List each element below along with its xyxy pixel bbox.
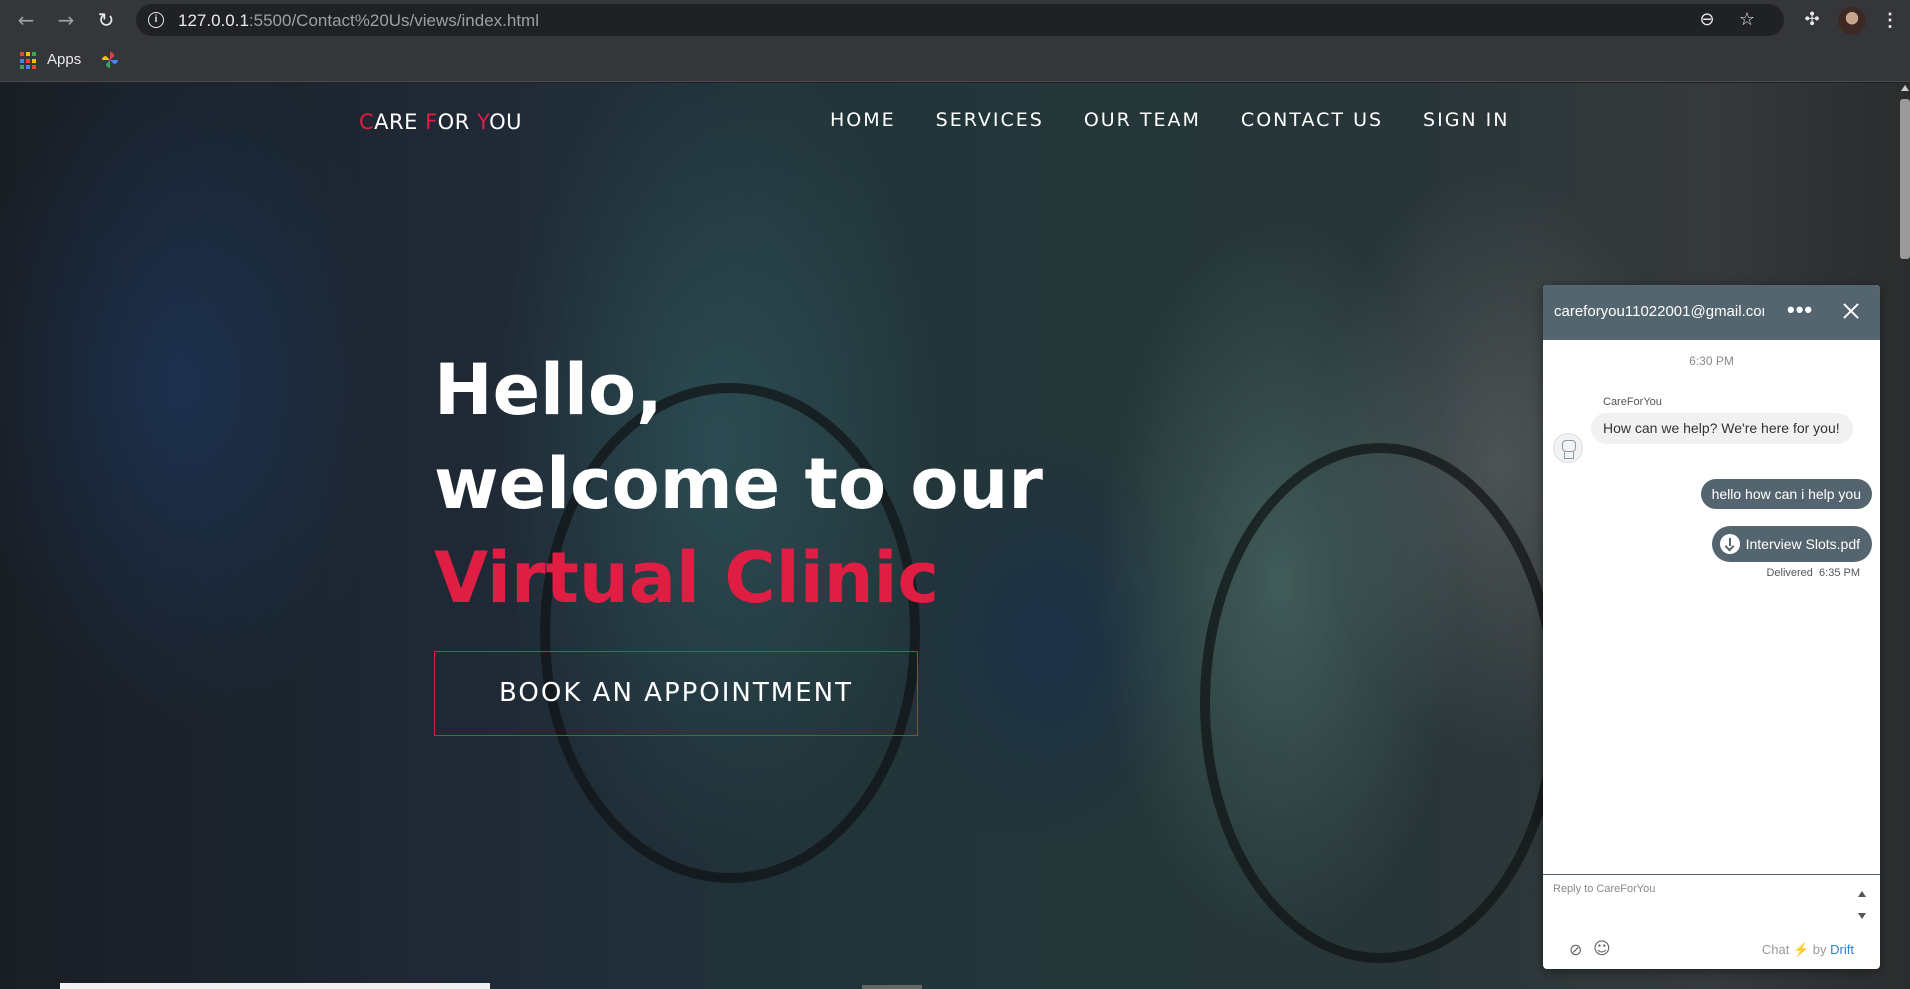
- profile-avatar[interactable]: [1838, 7, 1866, 35]
- close-icon[interactable]: [1839, 299, 1863, 323]
- extensions-icon[interactable]: ✣: [1800, 8, 1824, 32]
- browser-toolbar: ← → ↻ i 127.0.0.1:5500/Contact%20Us/view…: [0, 0, 1910, 40]
- back-arrow-icon[interactable]: ←: [14, 8, 38, 32]
- emoji-icon[interactable]: ☺: [1593, 939, 1611, 959]
- book-appointment-button[interactable]: BOOK AN APPOINTMENT: [434, 651, 918, 736]
- attach-icon[interactable]: ⊘: [1569, 940, 1587, 959]
- download-icon[interactable]: [1719, 534, 1740, 554]
- chat-widget: careforyou11022001@gmail.com ••• 6:30 PM…: [1543, 285, 1880, 969]
- sender-name: CareForYou: [1603, 396, 1662, 408]
- composer-scroll-down-icon[interactable]: [1858, 913, 1866, 919]
- chat-timestamp: 6:30 PM: [1689, 354, 1734, 368]
- hero-heading: Hello, welcome to our Virtual Clinic: [434, 343, 1043, 625]
- page-scrollbar[interactable]: [1900, 99, 1910, 259]
- address-bar[interactable]: i 127.0.0.1:5500/Contact%20Us/views/inde…: [136, 4, 1784, 36]
- user-message-bubble: hello how can i help you: [1700, 479, 1872, 509]
- bot-avatar: [1553, 433, 1583, 463]
- more-options-icon[interactable]: •••: [1787, 297, 1813, 323]
- site-logo[interactable]: CARE FOR YOU: [359, 110, 522, 134]
- reply-input[interactable]: [1553, 883, 1833, 895]
- menu-kebab-icon[interactable]: ⋮: [1880, 8, 1900, 32]
- google-photos-icon[interactable]: [100, 50, 120, 70]
- zoom-icon[interactable]: ⊖: [1696, 9, 1718, 31]
- nav-our-team[interactable]: OUR TEAM: [1084, 109, 1201, 131]
- bot-message-bubble: How can we help? We're here for you!: [1591, 413, 1853, 444]
- attachment-bubble[interactable]: Interview Slots.pdf: [1711, 526, 1872, 562]
- star-icon[interactable]: ☆: [1736, 9, 1758, 31]
- page-scroll-up-icon[interactable]: [1901, 85, 1909, 91]
- chat-composer: ⊘ ☺ Chat ⚡ by Drift: [1543, 874, 1880, 969]
- nav-home[interactable]: HOME: [830, 109, 896, 131]
- chat-header: careforyou11022001@gmail.com •••: [1543, 285, 1880, 340]
- apps-bookmark[interactable]: Apps: [47, 51, 81, 68]
- delivery-status: Delivered 6:35 PM: [1766, 567, 1860, 579]
- horizontal-scrollbar-segment: [862, 985, 922, 989]
- horizontal-scrollbar[interactable]: [60, 983, 490, 989]
- drift-credit[interactable]: Chat ⚡ by Drift: [1762, 942, 1854, 958]
- forward-arrow-icon[interactable]: →: [54, 8, 78, 32]
- hero-line-virtual-clinic: Virtual Clinic: [434, 537, 940, 619]
- nav-contact-us[interactable]: CONTACT US: [1241, 109, 1383, 131]
- apps-grid-icon[interactable]: [20, 52, 38, 70]
- reload-icon[interactable]: ↻: [94, 8, 118, 32]
- nav-services[interactable]: SERVICES: [936, 109, 1044, 131]
- bookmarks-bar: Apps: [0, 40, 1910, 82]
- info-icon[interactable]: i: [148, 12, 164, 28]
- main-nav: HOME SERVICES OUR TEAM CONTACT US SIGN I…: [830, 109, 1550, 131]
- composer-scroll-up-icon[interactable]: [1858, 891, 1866, 897]
- hero-line-welcome: welcome to our: [434, 443, 1043, 525]
- hero-line-hello: Hello,: [434, 349, 663, 431]
- chat-title: careforyou11022001@gmail.com: [1554, 303, 1764, 320]
- attachment-name[interactable]: Interview Slots.pdf: [1746, 536, 1860, 552]
- nav-sign-in[interactable]: SIGN IN: [1423, 109, 1509, 131]
- url-text[interactable]: 127.0.0.1:5500/Contact%20Us/views/index.…: [178, 11, 539, 31]
- bolt-icon: ⚡: [1792, 942, 1810, 957]
